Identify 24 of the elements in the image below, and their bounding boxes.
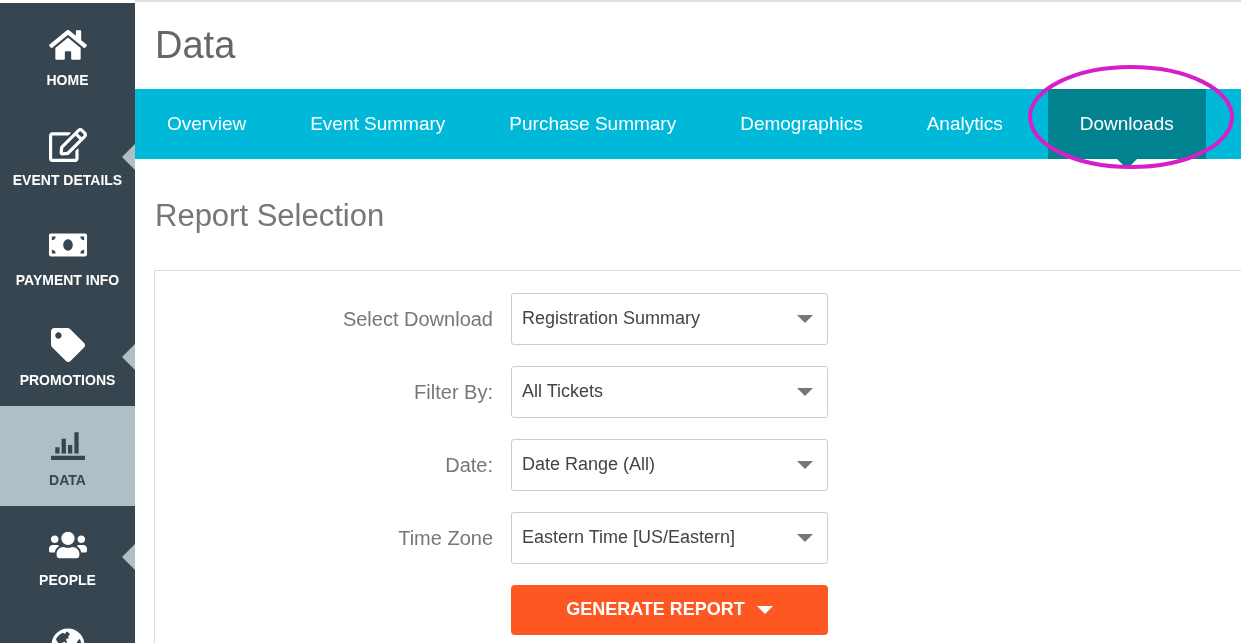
sidebar-item[interactable]: DATA bbox=[0, 406, 135, 506]
home-icon bbox=[48, 28, 87, 62]
tag-icon bbox=[48, 328, 87, 362]
dropdown[interactable]: All Tickets bbox=[511, 365, 828, 418]
sidebar-item[interactable]: PROMOTIONS bbox=[0, 306, 135, 406]
section-title: Report Selection bbox=[155, 197, 385, 235]
tab[interactable]: Downloads bbox=[1047, 89, 1206, 159]
edit-icon bbox=[48, 128, 87, 162]
caret-icon bbox=[797, 387, 813, 396]
caret-icon bbox=[797, 314, 813, 323]
field-label: Time Zone bbox=[397, 525, 493, 551]
caret-icon bbox=[797, 460, 813, 469]
caret-icon bbox=[756, 605, 773, 614]
page-title: Data bbox=[154, 23, 237, 68]
field-label: Select Download bbox=[341, 306, 493, 332]
field-label: Filter By: bbox=[413, 379, 493, 405]
caret-icon bbox=[797, 533, 813, 542]
dropdown[interactable]: Eastern Time [US/Eastern] bbox=[511, 511, 828, 564]
sidebar-item[interactable]: HOME bbox=[0, 6, 135, 106]
field-label: Date: bbox=[444, 452, 493, 478]
sidebar-item[interactable]: PEOPLE bbox=[0, 506, 135, 606]
dropdown[interactable]: Registration Summary bbox=[511, 292, 828, 345]
dropdown[interactable]: Date Range (All) bbox=[511, 438, 828, 491]
sidebar-item[interactable]: PAYMENT INFO bbox=[0, 206, 135, 306]
